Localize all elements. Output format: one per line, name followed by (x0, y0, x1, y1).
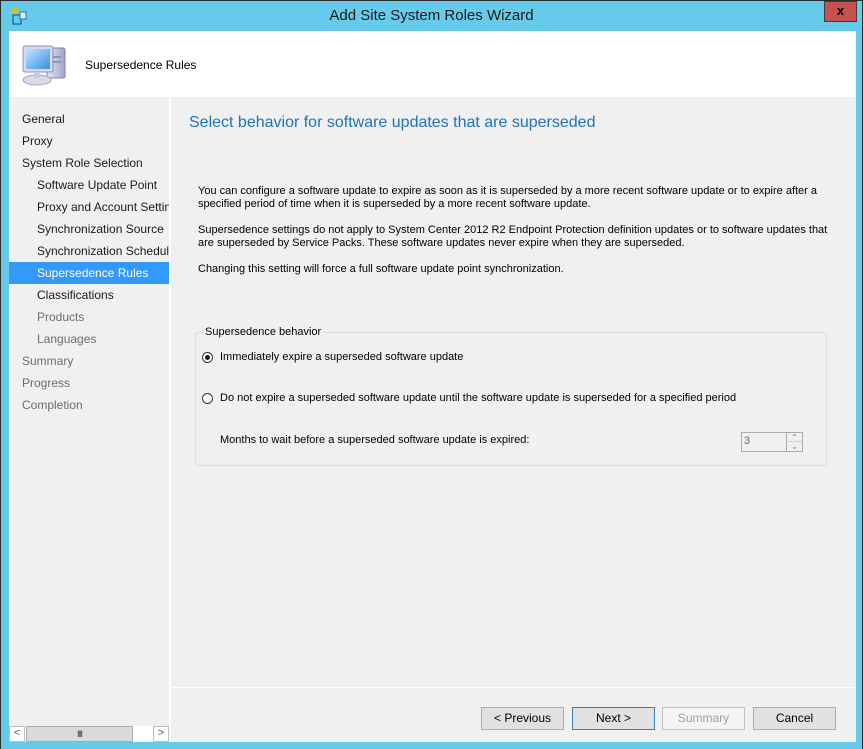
sidebar-item-languages[interactable]: Languages (9, 328, 169, 350)
wizard-footer: < Previous Next > Summary Cancel (171, 688, 856, 742)
months-to-wait-label: Months to wait before a superseded softw… (220, 434, 530, 446)
title-bar: Add Site System Roles Wizard x (1, 1, 862, 31)
wizard-header: Supersedence Rules (9, 31, 856, 97)
wizard-steps-sidebar: General Proxy System Role Selection Softwar… (9, 97, 169, 742)
close-button[interactable]: x (824, 1, 857, 22)
sidebar-item-synchronization-source[interactable]: Synchronization Source (9, 218, 169, 240)
scrollbar-thumb[interactable]: III (26, 726, 133, 742)
description-paragraph-3: Changing this setting will force a full … (198, 263, 564, 275)
radio-button-icon[interactable] (202, 392, 213, 404)
scroll-left-button[interactable]: < (9, 726, 25, 742)
sidebar-item-proxy-and-account-settings[interactable]: Proxy and Account Settings (9, 196, 169, 218)
computer-icon (22, 45, 66, 86)
close-icon: x (836, 3, 845, 18)
radio-label: Do not expire a superseded software upda… (220, 392, 737, 404)
radio-button-icon[interactable] (202, 351, 213, 363)
next-button[interactable]: Next > (572, 707, 655, 730)
stepper-down-button[interactable]: ⌄ (786, 442, 802, 451)
cancel-button[interactable]: Cancel (753, 707, 836, 730)
summary-button: Summary (662, 707, 745, 730)
radio-expire-after-period[interactable]: Do not expire a superseded software upda… (202, 390, 736, 406)
sidebar-item-synchronization-schedule[interactable]: Synchronization Schedule (9, 240, 169, 262)
sidebar-item-system-role-selection[interactable]: System Role Selection (9, 152, 169, 174)
sidebar-item-progress[interactable]: Progress (9, 372, 169, 394)
radio-immediately-expire[interactable]: Immediately expire a superseded software… (202, 349, 463, 365)
wizard-window: Add Site System Roles Wizard x Supersede… (0, 0, 863, 749)
page-title: Select behavior for software updates tha… (189, 114, 596, 131)
sidebar-item-supersedence-rules[interactable]: Supersedence Rules (9, 262, 169, 284)
supersedence-behavior-group: Supersedence behavior Immediately expire… (195, 326, 827, 466)
previous-button[interactable]: < Previous (481, 707, 564, 730)
sidebar-horizontal-scrollbar[interactable]: < III > (9, 726, 169, 742)
chevron-down-icon: ⌄ (791, 442, 798, 451)
months-stepper[interactable]: 3 ⌃ ⌄ (741, 432, 803, 452)
grip-icon: III (77, 729, 82, 739)
sidebar-item-software-update-point[interactable]: Software Update Point (9, 174, 169, 196)
sidebar-item-completion[interactable]: Completion (9, 394, 169, 416)
radio-label: Immediately expire a superseded software… (220, 351, 464, 363)
sidebar-item-summary[interactable]: Summary (9, 350, 169, 372)
group-legend: Supersedence behavior (203, 326, 324, 338)
window-title: Add Site System Roles Wizard (329, 7, 534, 24)
description-paragraph-2: Supersedence settings do not apply to Sy… (198, 224, 828, 249)
sidebar-item-proxy[interactable]: Proxy (9, 130, 169, 152)
sidebar-item-classifications[interactable]: Classifications (9, 284, 169, 306)
chevron-left-icon: < (13, 727, 21, 739)
sidebar-item-products[interactable]: Products (9, 306, 169, 328)
steps-list: General Proxy System Role Selection Softwar… (9, 108, 169, 416)
months-value[interactable]: 3 (744, 435, 750, 447)
description-paragraph-1: You can configure a software update to e… (198, 185, 818, 210)
stepper-up-button[interactable]: ⌃ (786, 433, 802, 442)
wizard-content: Select behavior for software updates tha… (171, 97, 856, 687)
scroll-right-button[interactable]: > (153, 726, 169, 742)
chevron-right-icon: > (157, 727, 165, 739)
chevron-up-icon: ⌃ (791, 433, 798, 442)
sidebar-item-general[interactable]: General (9, 108, 169, 130)
page-header-title: Supersedence Rules (85, 58, 197, 72)
